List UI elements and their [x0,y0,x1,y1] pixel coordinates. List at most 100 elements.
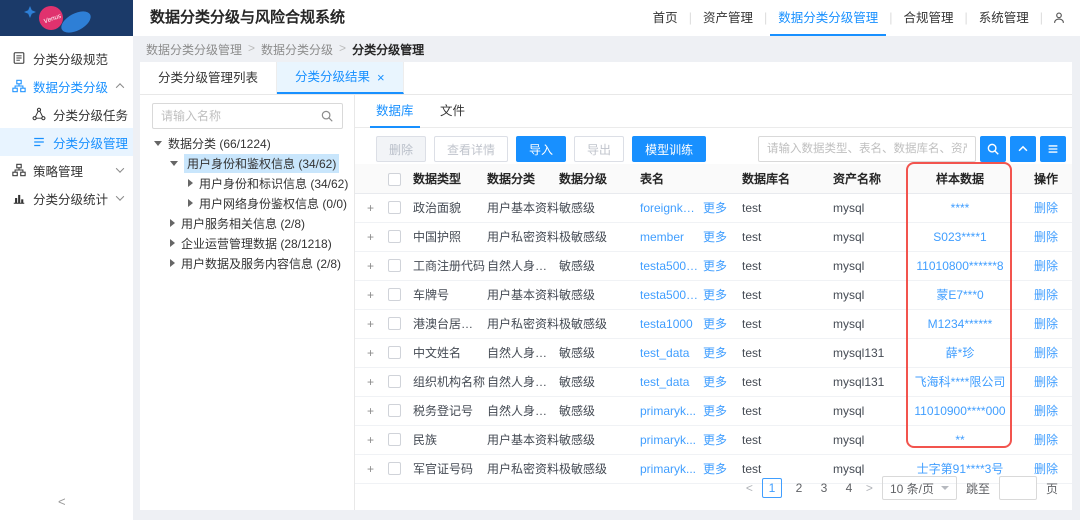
select-all-checkbox[interactable] [388,173,401,186]
sample-data-link[interactable]: ** [908,426,1012,455]
sample-data-link[interactable]: S023****1 [908,223,1012,252]
page-number-button[interactable]: 1 [762,478,782,498]
page-number-button[interactable]: 3 [816,481,832,495]
sample-data-link[interactable]: 蒙E7***0 [908,281,1012,310]
more-link[interactable]: 更多 [703,252,733,281]
delete-row-link[interactable]: 删除 [1034,426,1068,455]
caret-right-icon[interactable] [188,199,193,207]
table-name-link[interactable]: primaryk... [640,397,699,426]
tree-node[interactable]: 用户身份和鉴权信息 (34/62) [140,153,354,173]
table-name-link[interactable]: primaryk... [640,426,699,455]
sample-data-link[interactable]: M1234****** [908,310,1012,339]
jump-page-input[interactable] [999,476,1037,500]
sidebar-item[interactable]: 分类分级统计 [0,184,133,212]
caret-down-icon[interactable] [154,141,162,146]
tree-node[interactable]: 用户身份和标识信息 (34/62) [140,173,354,193]
search-icon[interactable] [320,109,334,123]
top-nav-item[interactable]: 资产管理 [701,0,755,36]
tree-node[interactable]: 用户数据及服务内容信息 (2/8) [140,253,354,273]
row-expander-button[interactable]: + [367,281,381,310]
delete-row-link[interactable]: 删除 [1034,368,1068,397]
more-link[interactable]: 更多 [703,281,733,310]
sample-data-link[interactable]: 11010900****000 [908,397,1012,426]
breadcrumb-item[interactable]: 数据分类分级 [261,41,333,58]
sidebar-subitem[interactable]: 分类分级管理 [0,128,133,156]
close-tab-icon[interactable]: × [377,62,385,93]
next-page-button[interactable]: > [866,481,873,495]
sample-data-link[interactable]: 薛*珍 [908,339,1012,368]
row-checkbox[interactable] [388,201,401,214]
top-nav-item[interactable]: 首页 [651,0,680,36]
caret-down-icon[interactable] [170,161,178,166]
more-link[interactable]: 更多 [703,455,733,484]
table-name-link[interactable]: foreignke... [640,194,699,223]
row-checkbox[interactable] [388,317,401,330]
row-checkbox[interactable] [388,346,401,359]
more-link[interactable]: 更多 [703,397,733,426]
tab-database[interactable]: 数据库 [376,95,414,128]
delete-row-link[interactable]: 删除 [1034,223,1068,252]
row-expander-button[interactable]: + [367,194,381,223]
row-expander-button[interactable]: + [367,310,381,339]
row-checkbox[interactable] [388,259,401,272]
tree-node[interactable]: 企业运营管理数据 (28/1218) [140,233,354,253]
delete-row-link[interactable]: 删除 [1034,310,1068,339]
tree-search-input[interactable] [161,109,314,123]
table-name-link[interactable]: member [640,223,699,252]
more-link[interactable]: 更多 [703,368,733,397]
caret-right-icon[interactable] [170,259,175,267]
page-size-select[interactable]: 10 条/页 [882,476,957,500]
row-expander-button[interactable]: + [367,223,381,252]
delete-row-link[interactable]: 删除 [1034,281,1068,310]
delete-row-link[interactable]: 删除 [1034,252,1068,281]
page-number-button[interactable]: 2 [791,481,807,495]
sidebar-item[interactable]: 分类分级规范 [0,44,133,72]
row-expander-button[interactable]: + [367,339,381,368]
more-link[interactable]: 更多 [703,426,733,455]
tab-file[interactable]: 文件 [440,95,465,128]
more-link[interactable]: 更多 [703,310,733,339]
table-name-link[interactable]: testa1000 [640,310,699,339]
top-nav-item[interactable]: 数据分类分级管理 [776,0,880,36]
tree-node[interactable]: 用户网络身份鉴权信息 (0/0) [140,193,354,213]
row-checkbox[interactable] [388,433,401,446]
tree-node[interactable]: 用户服务相关信息 (2/8) [140,213,354,233]
row-checkbox[interactable] [388,404,401,417]
sample-data-link[interactable]: **** [908,194,1012,223]
table-name-link[interactable]: testa50000 [640,281,699,310]
prev-page-button[interactable]: < [746,481,753,495]
sidebar-subitem[interactable]: 分类分级任务 [0,100,133,128]
delete-row-link[interactable]: 删除 [1034,397,1068,426]
row-checkbox[interactable] [388,230,401,243]
row-expander-button[interactable]: + [367,426,381,455]
row-checkbox[interactable] [388,288,401,301]
row-expander-button[interactable]: + [367,397,381,426]
row-expander-button[interactable]: + [367,455,381,484]
sample-data-link[interactable]: 飞海科****限公司 [908,368,1012,397]
page-number-button[interactable]: 4 [841,481,857,495]
tab-classification-result[interactable]: 分类分级结果 × [277,62,404,94]
sample-data-link[interactable]: 11010800******8 [908,252,1012,281]
import-button[interactable]: 导入 [516,136,566,162]
column-settings-button[interactable] [1040,136,1066,162]
row-expander-button[interactable]: + [367,368,381,397]
collapse-filter-button[interactable] [1010,136,1036,162]
search-button[interactable] [980,136,1006,162]
caret-right-icon[interactable] [170,219,175,227]
delete-row-link[interactable]: 删除 [1034,194,1068,223]
caret-right-icon[interactable] [188,179,193,187]
delete-row-link[interactable]: 删除 [1034,339,1068,368]
tree-node[interactable]: 数据分类 (66/1224) [140,133,354,153]
row-checkbox[interactable] [388,462,401,475]
table-name-link[interactable]: testa50000 [640,252,699,281]
breadcrumb-item[interactable]: 分类分级管理 [352,41,424,58]
table-name-link[interactable]: test_data [640,368,699,397]
table-search-input[interactable] [758,136,976,162]
row-expander-button[interactable]: + [367,252,381,281]
table-name-link[interactable]: test_data [640,339,699,368]
model-training-button[interactable]: 模型训练 [632,136,706,162]
breadcrumb-item[interactable]: 数据分类分级管理 [146,41,242,58]
tab-management-list[interactable]: 分类分级管理列表 [140,62,277,94]
caret-right-icon[interactable] [170,239,175,247]
sidebar-item[interactable]: 策略管理 [0,156,133,184]
